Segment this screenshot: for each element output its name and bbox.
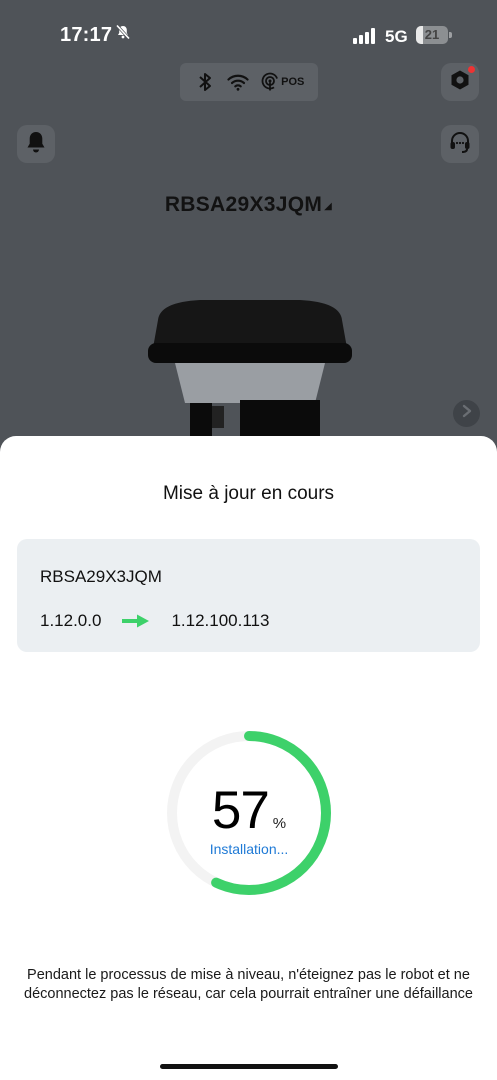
status-bar: 17:17 5G 21 bbox=[0, 0, 497, 72]
battery-icon: 21 bbox=[416, 26, 448, 44]
progress-percent: 57% bbox=[166, 780, 332, 841]
update-info-card: RBSA29X3JQM 1.12.0.0 1.12.100.113 bbox=[17, 539, 480, 652]
support-button[interactable] bbox=[441, 125, 479, 163]
pos-status: POS bbox=[260, 72, 304, 92]
cellular-signal-icon bbox=[353, 28, 379, 44]
headset-icon bbox=[448, 130, 472, 159]
current-version: 1.12.0.0 bbox=[40, 611, 102, 630]
battery-tip bbox=[449, 32, 452, 38]
arrow-right-icon bbox=[121, 613, 151, 629]
device-selector[interactable]: RBSA29X3JQM ◢ bbox=[0, 193, 497, 217]
bell-slash-icon bbox=[115, 24, 131, 45]
next-arrow-button[interactable] bbox=[453, 400, 480, 427]
target-version: 1.12.100.113 bbox=[171, 611, 270, 630]
progress-unit: % bbox=[272, 815, 287, 832]
battery-level: 21 bbox=[424, 27, 440, 42]
update-sheet: Mise à jour en cours RBSA29X3JQM 1.12.0.… bbox=[0, 436, 497, 1080]
connection-status-bar[interactable]: POS bbox=[180, 63, 318, 101]
notification-dot bbox=[468, 66, 475, 73]
pos-label: POS bbox=[281, 76, 305, 88]
dropdown-caret-icon: ◢ bbox=[324, 201, 333, 212]
gnss-signal-icon bbox=[261, 72, 279, 91]
status-time: 17:17 bbox=[60, 24, 131, 47]
wifi-icon bbox=[227, 71, 249, 93]
progress-ring: 57% Installation... bbox=[166, 730, 332, 896]
settings-button[interactable] bbox=[441, 63, 479, 101]
network-type: 5G bbox=[385, 27, 408, 46]
notifications-button[interactable] bbox=[17, 125, 55, 163]
device-image bbox=[140, 288, 360, 438]
progress-status: Installation... bbox=[209, 841, 289, 857]
chevron-right-icon bbox=[461, 404, 473, 423]
home-indicator[interactable] bbox=[160, 1064, 338, 1069]
bell-icon bbox=[25, 130, 47, 159]
device-name: RBSA29X3JQM bbox=[164, 193, 323, 216]
progress-value: 57 bbox=[211, 781, 270, 840]
warning-text: Pendant le processus de mise à niveau, n… bbox=[24, 967, 473, 1002]
bluetooth-icon bbox=[194, 71, 216, 93]
time-text: 17:17 bbox=[60, 24, 113, 46]
sheet-title: Mise à jour en cours bbox=[162, 483, 335, 504]
hexagon-settings-icon bbox=[449, 69, 471, 96]
card-device-name: RBSA29X3JQM bbox=[40, 567, 162, 586]
version-row: 1.12.0.0 1.12.100.113 bbox=[40, 611, 269, 631]
